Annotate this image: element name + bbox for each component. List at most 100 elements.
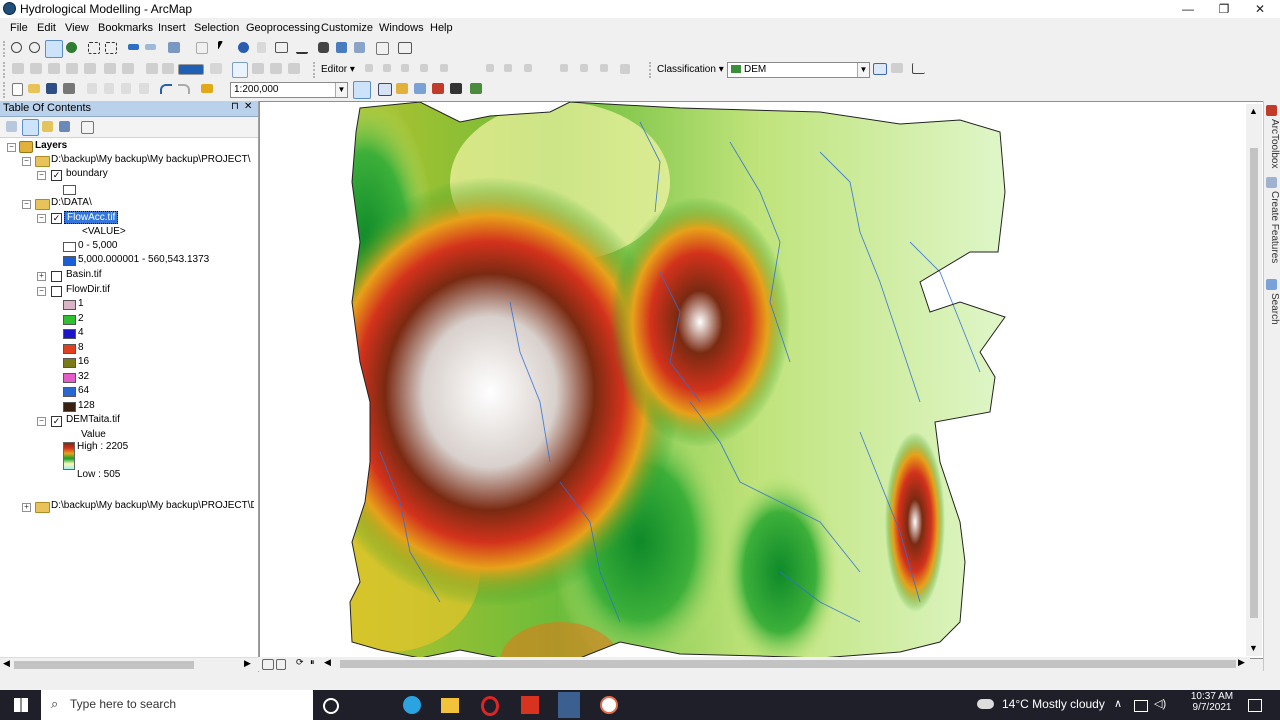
pause-drawing-icon[interactable]: ⏸ [310,657,315,668]
layout-tool-icon[interactable] [122,63,134,74]
toc-horizontal-scrollbar[interactable]: ◀ ▶ [0,657,258,672]
select-features-icon[interactable] [168,42,180,53]
find-route-icon[interactable] [336,42,347,53]
menu-bookmarks[interactable]: Bookmarks [98,22,153,34]
legend-swatch[interactable] [63,315,76,325]
pin-icon[interactable]: ⊓ [231,101,239,112]
scrollbar-thumb[interactable] [14,661,194,669]
open-folder-icon[interactable] [28,84,40,93]
save-icon[interactable] [46,83,57,94]
menu-help[interactable]: Help [430,22,453,34]
scrollbar-thumb[interactable] [340,660,1236,668]
elevation-color-ramp[interactable] [63,442,75,470]
telegram-icon[interactable] [403,696,421,714]
search-window-icon[interactable] [414,83,426,94]
edit-tool-icon[interactable] [440,64,448,72]
file-explorer-icon[interactable] [441,698,459,713]
edit-tool-icon[interactable] [420,64,428,72]
menu-insert[interactable]: Insert [158,22,186,34]
georef-tool-icon[interactable] [66,63,78,74]
data-view-icon[interactable] [262,659,274,670]
layer-dropdown[interactable]: DEM ▼ [727,62,870,78]
legend-swatch[interactable] [63,402,76,412]
toc-group-path[interactable]: D:\backup\My backup\My backup\PROJECT\DA [51,500,254,511]
edit-tool-icon[interactable] [524,64,532,72]
python-window-icon[interactable] [450,83,462,94]
map-display[interactable] [259,101,1264,659]
edit-tool-icon[interactable] [401,64,409,72]
layer-flowacc[interactable]: FlowAcc.tif [64,211,119,224]
opera-icon[interactable] [481,696,499,716]
menu-edit[interactable]: Edit [37,22,56,34]
time-slider-icon[interactable] [376,42,389,55]
layout-tool-icon[interactable] [104,63,116,74]
windows-start-icon[interactable] [14,698,28,712]
color-picker-icon[interactable] [178,64,204,75]
toc-options-icon[interactable] [81,121,94,134]
clear-selection-icon[interactable] [196,42,208,54]
menu-selection[interactable]: Selection [194,22,239,34]
classification-menu[interactable]: Classification ▾ [657,64,724,75]
collapse-icon[interactable]: − [7,143,16,152]
go-to-xy-icon[interactable] [354,42,365,53]
layout-tool-icon[interactable] [288,63,300,74]
toc-group-path[interactable]: D:\DATA\ [51,197,92,208]
layout-view-icon[interactable] [232,62,248,78]
menu-file[interactable]: File [10,22,28,34]
delete-icon[interactable] [139,83,149,94]
editor-toolbar-icon[interactable] [353,81,371,99]
chart-tool-icon[interactable] [912,63,925,74]
edit-tool-icon[interactable] [560,64,568,72]
copy-icon[interactable] [104,83,114,94]
new-document-icon[interactable] [12,83,23,96]
collapse-icon[interactable]: − [22,200,31,209]
layout-tool-icon[interactable] [252,63,264,74]
drawing-tool-icon[interactable] [210,63,222,74]
dem-raster-map[interactable] [260,101,1250,659]
model-builder-icon[interactable] [470,83,482,94]
scroll-left-icon[interactable]: ◀ [324,657,331,668]
legend-swatch[interactable] [63,344,76,354]
full-extent-icon[interactable] [66,42,77,53]
menu-view[interactable]: View [65,22,89,34]
histogram-icon[interactable] [873,63,887,75]
add-data-icon[interactable] [201,84,213,93]
collapse-icon[interactable]: − [37,214,46,223]
legend-swatch[interactable] [63,358,76,368]
legend-swatch[interactable] [63,242,76,252]
classification-tool-icon[interactable] [891,63,903,73]
fixed-zoom-in-icon[interactable] [88,42,100,54]
weather-status[interactable]: 14°C Mostly cloudy [1002,697,1105,711]
collapse-icon[interactable]: − [37,287,46,296]
close-panel-icon[interactable]: ✕ [244,101,252,112]
map-scale-dropdown[interactable]: 1:200,000 ▼ [230,82,348,98]
task-view-icon[interactable] [323,698,339,714]
georef-tool-icon[interactable] [12,63,24,74]
layer-visibility-checkbox[interactable]: ✓ [51,170,62,181]
toolbar-grip[interactable] [3,62,9,78]
catalog-window-icon[interactable] [396,83,408,94]
print-icon[interactable] [63,83,75,94]
editor-menu[interactable]: Editor ▾ [321,64,355,75]
find-icon[interactable] [318,42,329,53]
close-button[interactable]: ✕ [1242,0,1278,18]
notifications-icon[interactable] [1248,699,1262,712]
toc-group-path[interactable]: D:\backup\My backup\My backup\PROJECT\DA [51,154,251,165]
edit-tool-icon[interactable] [365,64,373,72]
layer-visibility-checkbox[interactable] [51,286,62,297]
minimize-button[interactable]: — [1170,0,1206,18]
layout-view-icon[interactable] [276,659,286,670]
collapse-icon[interactable]: − [37,417,46,426]
zoom-in-icon[interactable] [11,42,22,53]
arctoolbox-icon[interactable] [1266,105,1277,116]
map-vertical-scrollbar[interactable]: ▲ ▼ [1246,104,1262,656]
toolbar-grip[interactable] [313,62,319,78]
menu-geoprocessing[interactable]: Geoprocessing [246,22,320,34]
data-frame-layers[interactable]: Layers [35,140,67,151]
legend-swatch[interactable] [63,387,76,397]
toolbar-grip[interactable] [649,62,655,78]
pan-icon[interactable] [45,40,63,58]
refresh-icon[interactable]: ⟳ [296,657,304,668]
back-extent-icon[interactable] [128,44,139,50]
layer-basin[interactable]: Basin.tif [66,269,102,280]
